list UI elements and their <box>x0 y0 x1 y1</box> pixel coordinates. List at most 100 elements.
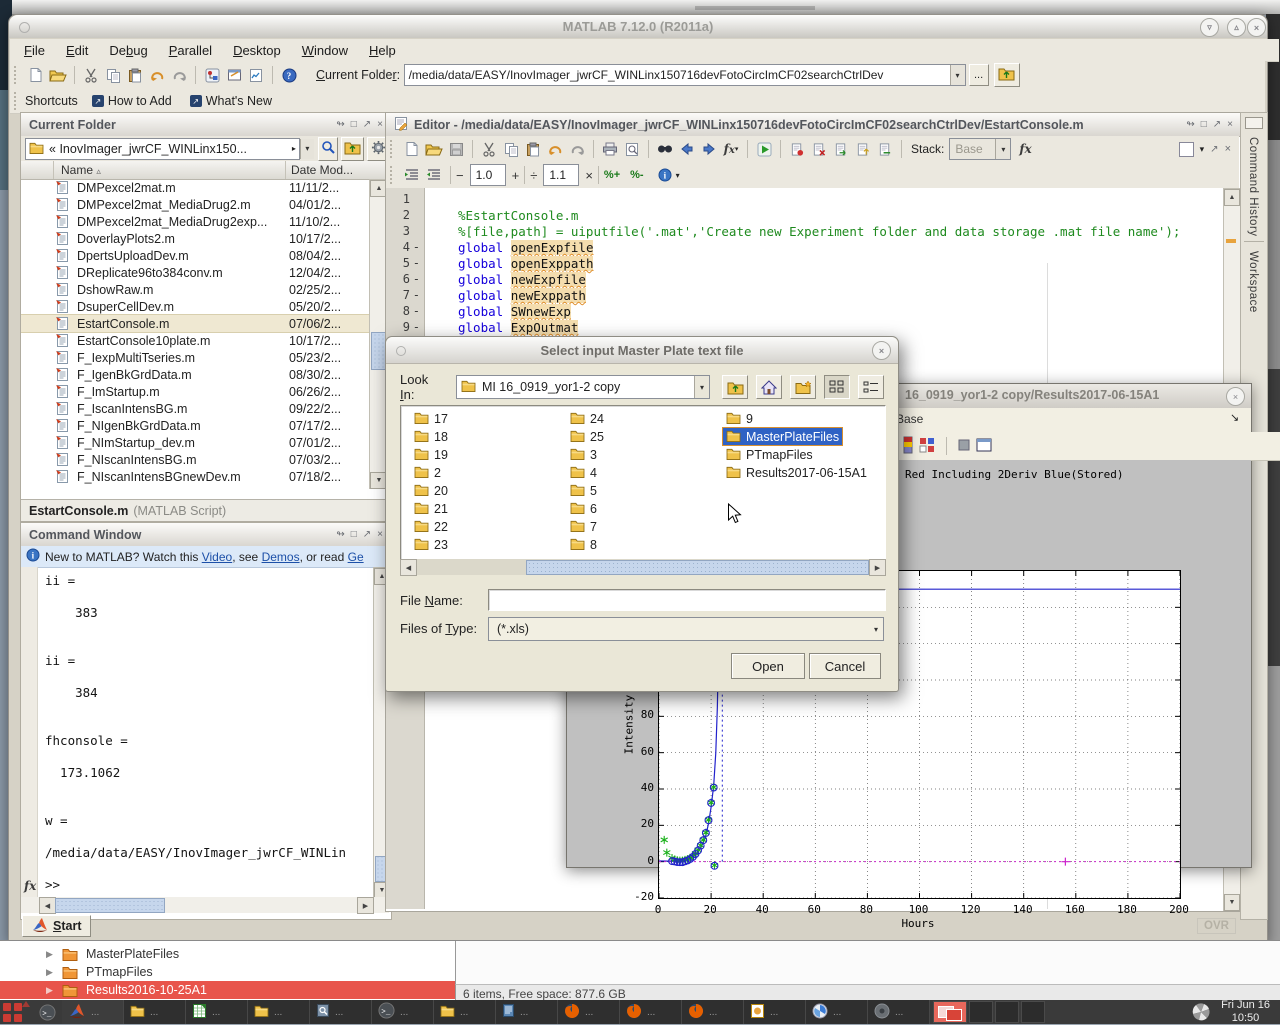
decrease-button[interactable]: − <box>456 168 464 183</box>
icon-undo[interactable] <box>146 64 168 86</box>
task-matlab[interactable]: ... <box>62 1000 124 1024</box>
increase-button[interactable]: + <box>512 168 520 183</box>
chevron-down-icon[interactable]: ▾ <box>300 139 314 159</box>
window-layout-icon[interactable] <box>1179 142 1194 157</box>
banner-link[interactable]: Demos <box>262 550 300 564</box>
code-line[interactable]: %[file,path] = uiputfile('.mat','Create … <box>458 224 1180 239</box>
task-gray-circle[interactable]: ... <box>868 1000 930 1024</box>
folder-item[interactable]: 19 <box>411 446 451 463</box>
toolbar-handle[interactable] <box>14 66 19 84</box>
task-folder[interactable]: ... <box>124 1000 186 1024</box>
task-blue-circle[interactable]: ... <box>806 1000 868 1024</box>
matlab-start-button[interactable]: Start <box>22 915 91 937</box>
folder-item[interactable]: 3 <box>567 446 600 463</box>
icon-open[interactable] <box>47 64 69 86</box>
breadcrumb[interactable]: « InovImager_jwrCF_WINLinx150... ▸ <box>25 138 300 160</box>
icon-paste[interactable] <box>522 138 544 160</box>
maximize-icon[interactable]: □ <box>351 529 357 540</box>
editor-titlebar[interactable]: Editor - /media/data/EASY/InovImager_jwr… <box>386 113 1241 137</box>
shortcut-what-s-new[interactable]: ↗What's New <box>190 94 272 108</box>
task-search-doc[interactable]: ... <box>310 1000 372 1024</box>
mlint-marker[interactable] <box>1226 239 1236 243</box>
tree-row[interactable]: ▶MasterPlateFiles <box>0 945 455 963</box>
folder-item[interactable]: 5 <box>567 482 600 499</box>
icon-redo[interactable] <box>168 64 190 86</box>
clock[interactable]: Fri Jun 16 10:50 <box>1221 999 1270 1024</box>
desktop-pager[interactable] <box>932 999 1046 1025</box>
pager-desktop[interactable] <box>1021 1001 1045 1023</box>
new-window-icon[interactable] <box>976 438 992 455</box>
file-name[interactable]: F_NIgenBkGrdData.m <box>77 419 283 433</box>
folder-item[interactable]: 2 <box>411 464 444 481</box>
file-name[interactable]: DsuperCellDev.m <box>77 300 283 314</box>
open-button[interactable]: Open <box>731 653 805 679</box>
file-row[interactable]: DsuperCellDev.m05/20/2... <box>21 298 369 315</box>
undock-icon[interactable]: ↗ <box>1210 144 1218 155</box>
icon-cut[interactable] <box>80 64 102 86</box>
file-row[interactable]: DoverlayPlots2.m10/17/2... <box>21 230 369 247</box>
folder-item[interactable]: 17 <box>411 410 451 427</box>
file-name[interactable]: DoverlayPlots2.m <box>77 232 283 246</box>
multiply-button[interactable]: × <box>585 168 593 183</box>
scroll-left-icon[interactable]: ◀ <box>400 559 417 576</box>
file-row[interactable]: DpertsUploadDev.m08/04/2... <box>21 247 369 264</box>
file-name[interactable]: DMPexcel2mat_MediaDrug2.m <box>77 198 283 212</box>
menu-parallel[interactable]: Parallel <box>169 43 212 58</box>
task-impress[interactable]: ... <box>744 1000 806 1024</box>
insert-cell-icon[interactable] <box>401 164 423 186</box>
icon-new-doc[interactable] <box>25 64 47 86</box>
file-name[interactable]: F_NIscanIntensBG.m <box>77 453 283 467</box>
menu-window[interactable]: Window <box>302 43 348 58</box>
file-row[interactable]: F_NIgenBkGrdData.m07/17/2... <box>21 417 369 434</box>
folder-item[interactable]: 21 <box>411 500 451 517</box>
console-prompt[interactable]: >> <box>45 877 60 893</box>
task-calc[interactable]: ... <box>186 1000 248 1024</box>
folder-item[interactable]: 4 <box>567 464 600 481</box>
icon-preview[interactable] <box>621 138 643 160</box>
task-firefox[interactable]: ... <box>682 1000 744 1024</box>
pager-desktop[interactable] <box>969 1001 993 1023</box>
undock-icon[interactable]: ↗ <box>1213 119 1221 130</box>
tree-row[interactable]: ▶PTmapFiles <box>0 963 455 981</box>
tab-command-history[interactable]: Command History <box>1247 137 1259 237</box>
icon-fxd[interactable]: fx▾ <box>720 138 742 160</box>
file-manager-view[interactable] <box>455 941 1280 984</box>
file-row[interactable]: F_NIscanIntensBG.m07/03/2... <box>21 451 369 468</box>
icon-guide[interactable] <box>223 64 245 86</box>
file-row[interactable]: DMPexcel2mat_MediaDrug2.m04/01/2... <box>21 196 369 213</box>
icon-profiler[interactable] <box>245 64 267 86</box>
file-name[interactable]: EstartConsole.m <box>77 317 283 331</box>
folder-item[interactable]: 18 <box>411 428 451 445</box>
maximize-button[interactable]: ▵ <box>1227 18 1246 37</box>
window-menu-icon[interactable] <box>19 22 30 33</box>
icon-paste[interactable] <box>124 64 146 86</box>
file-name[interactable]: DReplicate96to384conv.m <box>77 266 283 280</box>
icon-bp1[interactable] <box>786 138 808 160</box>
file-row[interactable]: DReplicate96to384conv.m12/04/2... <box>21 264 369 281</box>
uncomment-icon[interactable]: %- <box>630 169 643 181</box>
folder-list[interactable]: 17181922021222324253456789MasterPlateFil… <box>400 405 886 561</box>
file-name[interactable]: F_IscanIntensBG.m <box>77 402 283 416</box>
icon-back[interactable] <box>676 138 698 160</box>
icon-run[interactable] <box>753 138 775 160</box>
undock-icon[interactable]: ↗ <box>363 119 371 130</box>
folder-item[interactable]: 20 <box>411 482 451 499</box>
tree-row[interactable]: ▶Results2016-10-25A1 <box>0 981 455 999</box>
file-name[interactable]: DshowRaw.m <box>77 283 283 297</box>
home-button[interactable] <box>756 375 782 399</box>
pager-active-desktop[interactable] <box>933 1001 967 1023</box>
close-icon[interactable]: × <box>1227 119 1233 130</box>
new-folder-button[interactable] <box>790 375 816 399</box>
maximize-icon[interactable]: □ <box>351 119 357 130</box>
shortcut-how-to-add[interactable]: ↗How to Add <box>92 94 172 108</box>
divide-button[interactable]: ÷ <box>530 168 537 183</box>
close-icon[interactable]: × <box>377 529 383 540</box>
toolbar-handle[interactable] <box>390 140 395 158</box>
code-line[interactable]: global openExppath <box>458 256 593 271</box>
close-icon[interactable]: × <box>377 119 383 130</box>
screenshot-tool-icon[interactable] <box>1190 1001 1212 1023</box>
file-row[interactable]: F_IexpMultiTseries.m05/23/2... <box>21 349 369 366</box>
icon-help[interactable]: ? <box>278 64 300 86</box>
close-icon[interactable]: × <box>1225 143 1231 155</box>
breadcrumb-expand-icon[interactable]: ▸ <box>292 144 299 153</box>
